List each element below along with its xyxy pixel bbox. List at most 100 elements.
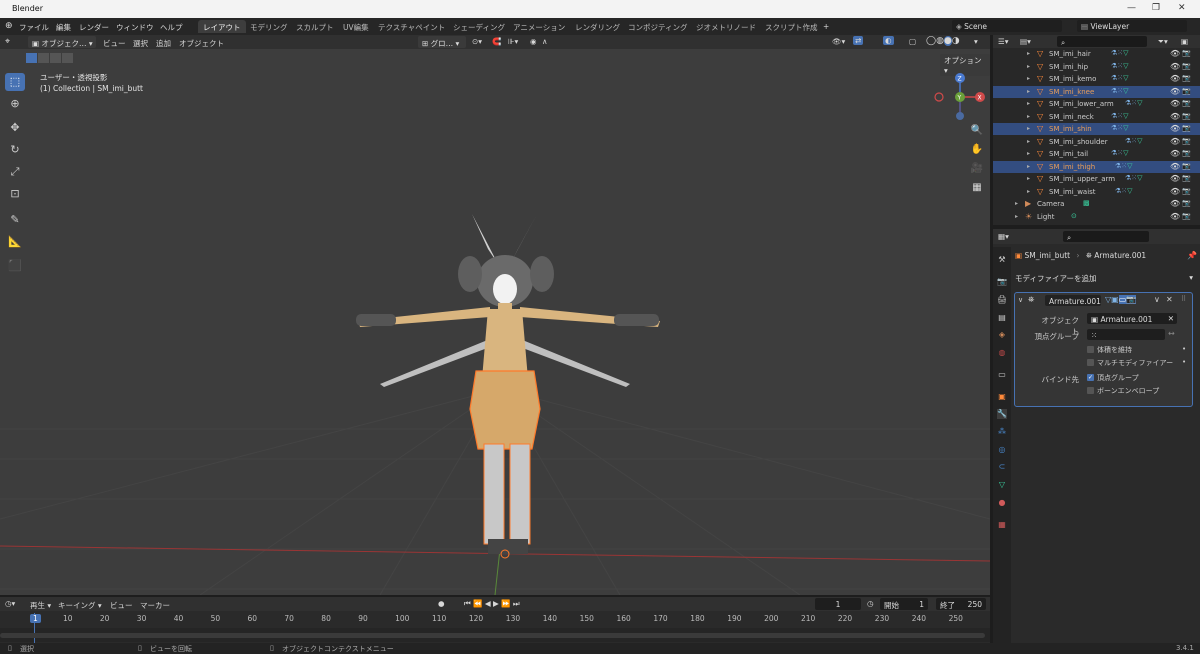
measure-tool-icon[interactable]: 📐 xyxy=(5,233,25,251)
snap-target-icon[interactable]: ⊪▾ xyxy=(508,37,518,46)
menu-window[interactable]: ウィンドウ xyxy=(116,22,154,33)
keyframe-dot-icon[interactable]: • xyxy=(1182,358,1186,366)
camera-render-icon[interactable]: 📷 xyxy=(1182,87,1191,95)
object-tab-icon[interactable]: ▣ xyxy=(997,392,1007,402)
pan-hand-icon[interactable]: ✋ xyxy=(968,141,986,159)
end-frame-field[interactable]: 終了 250 xyxy=(936,598,986,610)
outliner-row[interactable]: ▸ ▽ SM_imi_hair ⚗⁙▽ 👁 📷 xyxy=(993,48,1200,60)
camera-render-icon[interactable]: 📷 xyxy=(1182,174,1191,182)
neg-x-axis-icon[interactable] xyxy=(934,92,944,102)
neg-z-axis-icon[interactable] xyxy=(956,112,964,120)
camera-render-icon[interactable]: 📷 xyxy=(1182,62,1191,70)
move-tool-icon[interactable]: ✥ xyxy=(5,119,25,137)
menu-timeline-view[interactable]: ビュー xyxy=(110,600,133,611)
outliner-row[interactable]: ▸ ☀ Light ⊙ 👁 📷 xyxy=(993,211,1200,223)
tab-scripting[interactable]: スクリプト作成 xyxy=(760,20,823,33)
filter-icon[interactable]: ⏷▾ xyxy=(1158,37,1168,47)
world-tab-icon[interactable]: ◍ xyxy=(997,348,1007,358)
modifier-icons[interactable]: ⚗⁙▽ xyxy=(1111,62,1129,70)
collection-tab-icon[interactable]: ▭ xyxy=(997,370,1007,380)
camera-render-icon[interactable]: 📷 xyxy=(1182,212,1191,220)
expand-chevron-icon[interactable]: ▸ xyxy=(1027,150,1030,157)
camera-render-icon[interactable]: 📷 xyxy=(1182,149,1191,157)
outliner-row[interactable]: ▸ ▽ SM_imi_neck ⚗⁙▽ 👁 📷 xyxy=(993,111,1200,123)
camera-render-icon[interactable]: 📷 xyxy=(1182,124,1191,132)
new-collection-icon[interactable]: ▣ xyxy=(1181,37,1188,46)
outliner-row[interactable]: ▸ ▽ SM_imi_knee ⚗⁙▽ 👁 📷 xyxy=(993,85,1200,98)
eye-icon[interactable]: 👁 xyxy=(1170,112,1180,121)
eye-icon[interactable]: 👁 xyxy=(1170,199,1180,208)
select-extend-icon[interactable] xyxy=(38,53,49,63)
menu-playback[interactable]: 再生 ▾ xyxy=(30,600,51,611)
display-mode-icon[interactable]: ▤▾ xyxy=(1020,37,1031,46)
outliner-row[interactable]: ▸ ▽ SM_imi_shoulder ⚗⁙▽ 👁 📷 xyxy=(993,136,1200,148)
snap-icon[interactable]: 🧲 xyxy=(492,37,501,46)
xray-icon[interactable]: ▢ xyxy=(909,37,916,46)
eye-icon[interactable]: 👁 xyxy=(1170,137,1180,146)
outliner-row[interactable]: ▸ ▽ SM_imi_lower_arm ⚗⁙▽ 👁 📷 xyxy=(993,98,1200,110)
record-icon[interactable]: ● xyxy=(438,599,445,608)
remove-modifier-icon[interactable]: ✕ xyxy=(1166,295,1173,304)
eye-icon[interactable]: 👁 xyxy=(1170,212,1180,221)
tab-modeling[interactable]: モデリング xyxy=(245,20,293,33)
select-tool-icon[interactable]: ⬚ xyxy=(5,73,25,91)
menu-file[interactable]: ファイル xyxy=(19,22,49,33)
render-tab-icon[interactable]: 📷 xyxy=(997,277,1007,287)
constraints-tab-icon[interactable]: ⊂ xyxy=(997,462,1007,472)
tab-geometry-nodes[interactable]: ジオメトリノード xyxy=(691,20,761,33)
scene-selector[interactable]: ◈ Scene xyxy=(952,20,1062,32)
outliner-row[interactable]: ▸ ▽ SM_imi_upper_arm ⚗⁙▽ 👁 📷 xyxy=(993,173,1200,185)
cursor-tool-icon[interactable]: ⊕ xyxy=(5,95,25,113)
select-invert-icon[interactable] xyxy=(62,53,73,63)
outliner-row[interactable]: ▸ ▽ SM_imi_waist ⚗⁙▽ 👁 📷 xyxy=(993,186,1200,198)
overlay-icon[interactable]: ◐ xyxy=(883,36,894,45)
modifier-icons[interactable]: ⚗⁙▽ xyxy=(1111,49,1129,57)
eye-icon[interactable]: 👁 xyxy=(1170,162,1180,171)
expand-chevron-icon[interactable]: ▸ xyxy=(1027,113,1030,120)
expand-chevron-icon[interactable]: ▸ xyxy=(1015,200,1018,207)
camera-render-icon[interactable]: 📷 xyxy=(1182,137,1191,145)
tab-uv[interactable]: UV編集 xyxy=(338,20,374,33)
rotate-tool-icon[interactable]: ↻ xyxy=(5,141,25,159)
modifier-icons[interactable]: ⚗⁙▽ xyxy=(1115,187,1133,195)
object-field[interactable]: ▣ Armature.001 ✕ xyxy=(1087,313,1177,324)
invert-vertex-group-icon[interactable]: ↔ xyxy=(1168,329,1175,338)
eye-icon[interactable]: 👁 xyxy=(1170,174,1180,183)
tab-rendering[interactable]: レンダリング xyxy=(570,20,625,33)
particles-tab-icon[interactable]: ⁂ xyxy=(997,427,1007,437)
select-mode-buttons[interactable] xyxy=(26,53,86,63)
current-frame-field[interactable]: 1 xyxy=(815,598,861,610)
eye-icon[interactable]: 👁 xyxy=(1170,87,1180,96)
expand-chevron-icon[interactable]: ▸ xyxy=(1027,175,1030,182)
menu-view[interactable]: ビュー xyxy=(103,38,126,49)
outliner-row[interactable]: ▸ ▶ Camera ▩ 👁 📷 xyxy=(993,198,1200,210)
add-workspace-icon[interactable]: + xyxy=(823,22,829,31)
camera-render-icon[interactable]: 📷 xyxy=(1182,162,1191,170)
menu-help[interactable]: ヘルプ xyxy=(160,22,183,33)
3d-viewport[interactable]: オプション ▾ xyxy=(0,49,990,595)
drag-handle-icon[interactable]: ⠿ xyxy=(1181,295,1186,303)
camera-render-icon[interactable]: 📷 xyxy=(1182,199,1191,207)
properties-editor-icon[interactable]: ▦▾ xyxy=(998,232,1009,241)
menu-edit[interactable]: 編集 xyxy=(56,22,71,33)
modifier-menu-icon[interactable]: ∨ xyxy=(1154,295,1160,304)
tab-texture-paint[interactable]: テクスチャペイント xyxy=(373,20,450,33)
eye-icon[interactable]: 👁 xyxy=(1170,187,1180,196)
menu-add[interactable]: 追加 xyxy=(156,38,171,49)
blender-logo-icon[interactable]: ⊕ xyxy=(5,21,13,31)
mode-dropdown[interactable]: ▣ オブジェク… ▾ xyxy=(28,36,96,48)
proportional-edit-icon[interactable]: ◉ xyxy=(530,37,537,46)
menu-object[interactable]: オブジェクト xyxy=(179,38,224,49)
navigation-gizmo[interactable]: Z X Y xyxy=(930,70,990,130)
render-icon[interactable]: 📷 xyxy=(1126,295,1137,304)
menu-select[interactable]: 選択 xyxy=(133,38,148,49)
outliner-row[interactable]: ▸ ▽ SM_imi_tail ⚗⁙▽ 👁 📷 xyxy=(993,148,1200,160)
expand-chevron-icon[interactable]: ▸ xyxy=(1027,163,1030,170)
tab-shading[interactable]: シェーディング xyxy=(448,20,510,33)
playback-controls[interactable]: ⏮ ⏪ ◀ ▶ ⏩ ⏭ xyxy=(464,599,520,609)
material-tab-icon[interactable]: ● xyxy=(997,498,1007,508)
modifier-icons[interactable]: ⚗⁙▽ xyxy=(1125,174,1143,182)
menu-render[interactable]: レンダー xyxy=(79,22,109,33)
camera-render-icon[interactable]: 📷 xyxy=(1182,112,1191,120)
eye-icon[interactable]: 👁 xyxy=(1170,49,1180,58)
